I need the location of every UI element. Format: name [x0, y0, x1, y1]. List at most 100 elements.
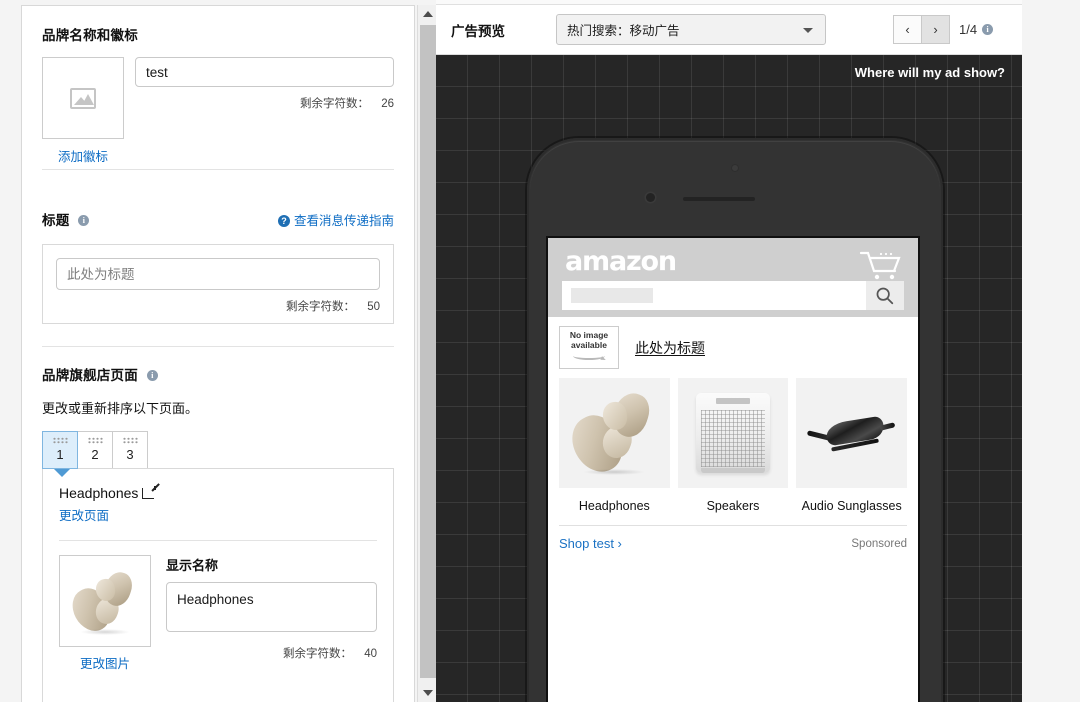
app-root: 品牌名称和徽标 添加徽标 剩余字符数： 26 — [0, 0, 1080, 702]
chevron-left-icon: ‹ — [905, 22, 910, 37]
info-icon[interactable]: i — [78, 215, 90, 226]
brand-counter-value: 26 — [381, 98, 394, 110]
form-scrollbar[interactable] — [417, 5, 436, 702]
page-tab-2-label: 2 — [91, 447, 99, 462]
change-page-link[interactable]: 更改页面 — [59, 505, 109, 524]
shopping-cart-icon[interactable] — [859, 249, 901, 281]
display-name-counter: 剩余字符数： 40 — [166, 645, 377, 661]
display-name-field-group: 显示名称 剩余字符数： 40 — [166, 555, 377, 672]
headline-header-row: 标题 i ? 查看消息传递指南 — [42, 209, 394, 230]
headline-input[interactable] — [56, 258, 380, 290]
external-edit-icon[interactable] — [142, 486, 156, 499]
page-tab-3[interactable]: 3 — [112, 431, 148, 469]
page-name: Headphones — [59, 485, 139, 501]
headline-input-box: 剩余字符数： 50 — [42, 244, 394, 324]
preview-title: 广告预览 — [451, 23, 505, 39]
headline-section-title-group: 标题 i — [42, 209, 90, 229]
ad-builder-form-panel: 品牌名称和徽标 添加徽标 剩余字符数： 26 — [0, 0, 436, 702]
amazon-search-bar[interactable] — [562, 281, 904, 310]
next-preview-button[interactable]: › — [921, 15, 950, 44]
ad-product-name: Headphones — [578, 499, 650, 513]
brand-section-title: 品牌名称和徽标 — [42, 28, 138, 43]
headline-counter-value: 50 — [367, 301, 380, 313]
amazon-app-header: amazon — [548, 238, 918, 317]
brand-name-and-logo-section: 品牌名称和徽标 添加徽标 剩余字符数： 26 — [42, 24, 394, 165]
form-card: 品牌名称和徽标 添加徽标 剩余字符数： 26 — [21, 5, 415, 702]
ad-preview-panel: 广告预览 热门搜索：移动广告 ‹ › 1/4 i Where will my ad… — [436, 0, 1022, 702]
audio-sunglasses-image — [796, 378, 908, 488]
no-image-line-2: available — [571, 340, 607, 350]
chevron-right-icon: › — [933, 22, 938, 37]
headline-counter-label: 剩余字符数： — [286, 301, 355, 313]
logo-upload-box[interactable] — [42, 57, 124, 139]
ad-product-item[interactable]: Headphones — [559, 378, 670, 513]
shop-brand-link[interactable]: Shop test › — [559, 536, 622, 551]
earpiece-speaker-icon — [683, 197, 755, 201]
image-placeholder-icon — [70, 87, 96, 109]
phone-mockup: amazon No image available 此处为标题 Headphon… — [527, 138, 943, 702]
brand-name-input[interactable] — [135, 57, 394, 87]
messaging-guide-link-group[interactable]: ? 查看消息传递指南 — [277, 210, 394, 230]
where-will-my-ad-show-label: Where will my ad show? — [854, 65, 1005, 80]
scrollbar-thumb[interactable] — [420, 25, 436, 678]
amazon-smile-icon — [573, 352, 605, 360]
preview-stage: Where will my ad show? amazon No image a… — [436, 55, 1022, 702]
prev-preview-button[interactable]: ‹ — [893, 15, 922, 44]
ad-headline-text: 此处为标题 — [635, 339, 705, 356]
display-name-label: 显示名称 — [166, 558, 219, 573]
sponsored-brands-ad-unit: No image available 此处为标题 Headphones Spea… — [548, 317, 918, 551]
headline-section-title: 标题 — [42, 213, 70, 228]
page-tab-1-label: 1 — [56, 447, 64, 462]
drag-handle-icon[interactable] — [52, 437, 68, 444]
earbuds-thumbnail[interactable] — [59, 555, 151, 647]
ad-product-item[interactable]: Speakers — [677, 378, 789, 513]
search-icon — [876, 287, 894, 304]
drag-handle-icon[interactable] — [122, 437, 138, 444]
info-icon[interactable]: i — [146, 370, 158, 381]
scroll-down-arrow-icon — [422, 690, 433, 696]
ad-footer-row: Shop test › Sponsored — [559, 536, 907, 551]
info-icon[interactable]: i — [982, 24, 994, 35]
display-name-input[interactable] — [166, 582, 377, 632]
phone-screen: amazon No image available 此处为标题 Headphon… — [546, 236, 920, 702]
search-input-placeholder-bar — [571, 288, 653, 303]
page-tab-3-label: 3 — [126, 447, 134, 462]
ad-product-name: Audio Sunglasses — [801, 499, 902, 513]
search-button[interactable] — [866, 281, 904, 310]
product-image-group: 更改图片 — [59, 555, 151, 672]
earbuds-image — [559, 378, 670, 488]
drag-handle-icon[interactable] — [87, 437, 103, 444]
amazon-logo: amazon — [565, 246, 677, 277]
ad-footer-divider — [559, 525, 907, 526]
sunglasses-illustration — [805, 415, 898, 460]
brand-counter-label: 剩余字符数： — [300, 98, 369, 110]
headline-section: 标题 i ? 查看消息传递指南 剩余字符数： 50 — [42, 209, 394, 324]
sponsored-label: Sponsored — [851, 537, 907, 550]
help-circle-icon: ? — [277, 215, 290, 227]
page-detail-panel: Headphones 更改页面 更改图片 显示名称 Headphones 剩余字… — [42, 468, 394, 702]
earbuds-illustration — [60, 556, 150, 646]
change-image-link[interactable]: 更改图片 — [59, 653, 151, 672]
ad-product-name: Speakers — [706, 499, 760, 513]
brand-name-field-group: 剩余字符数： 26 — [135, 57, 394, 165]
logo-upload-group: 添加徽标 — [42, 57, 124, 165]
scroll-down-button[interactable] — [418, 684, 436, 702]
page-tab-1[interactable]: 1 — [42, 431, 78, 469]
messaging-guide-link[interactable]: 查看消息传递指南 — [294, 214, 394, 228]
chevron-down-icon — [803, 27, 813, 33]
ad-product-list: Headphones Speakers Audio Sunglasses — [559, 378, 908, 513]
ad-header-row: No image available 此处为标题 — [559, 326, 907, 369]
page-tab-2[interactable]: 2 — [77, 431, 113, 469]
scroll-up-button[interactable] — [418, 5, 436, 23]
add-logo-link[interactable]: 添加徽标 — [42, 146, 124, 165]
placement-select[interactable]: 热门搜索：移动广告 — [556, 14, 826, 45]
display-name-row: 更改图片 显示名称 剩余字符数： 40 — [59, 555, 377, 672]
brand-name-counter: 剩余字符数： 26 — [135, 95, 394, 111]
store-pages-subtitle: 更改或重新排序以下页面。 — [42, 401, 199, 416]
active-tab-caret-icon — [53, 468, 71, 477]
ad-product-item[interactable]: Audio Sunglasses — [796, 378, 908, 513]
divider-2 — [42, 346, 394, 347]
display-counter-value: 40 — [364, 648, 377, 660]
page-name-row: Headphones — [59, 485, 377, 501]
store-pages-title: 品牌旗舰店页面 — [42, 368, 138, 383]
